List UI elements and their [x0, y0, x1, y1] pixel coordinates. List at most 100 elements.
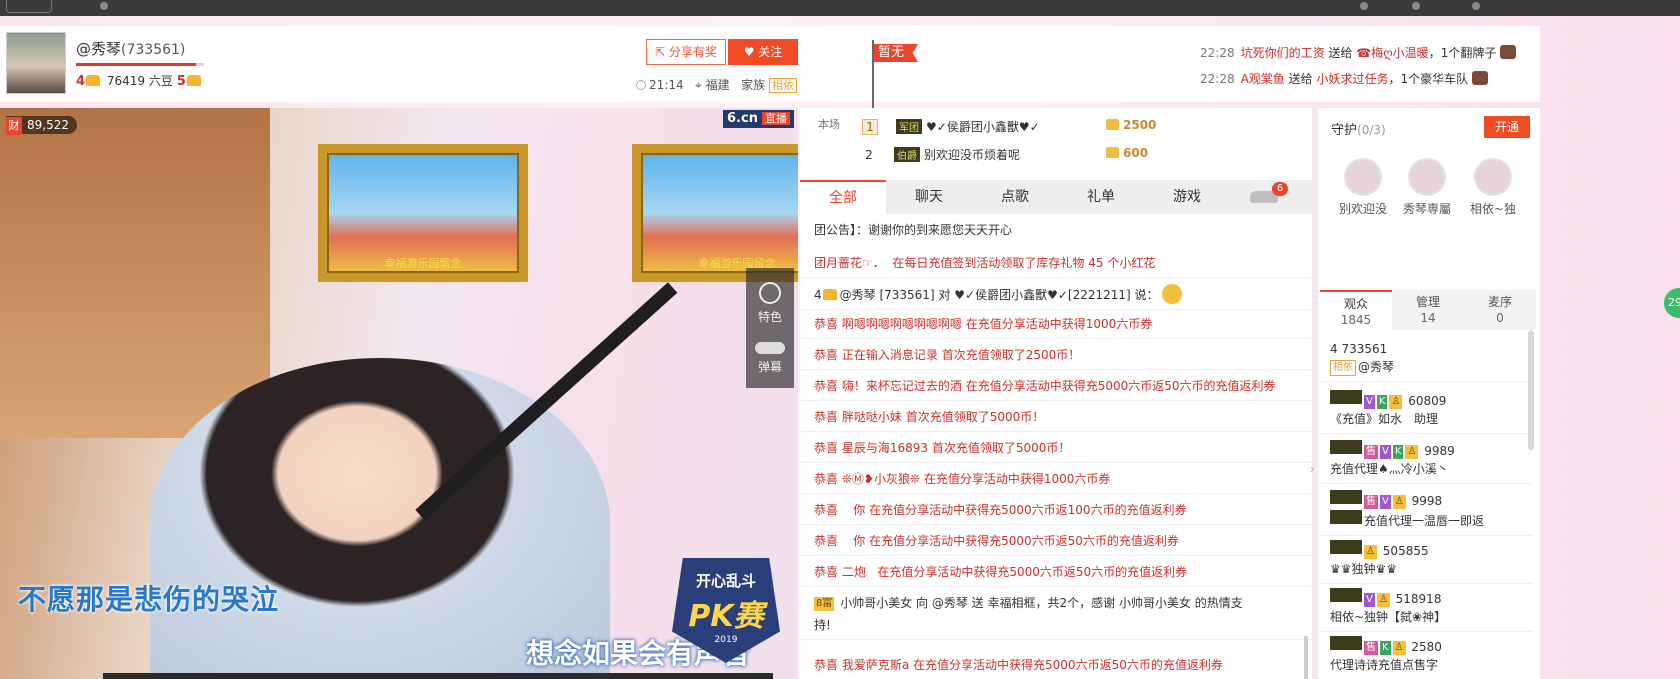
level-right: 5 — [176, 74, 186, 89]
sell-badge: 售 — [1364, 495, 1378, 509]
audience-item[interactable]: V ♙ 518918 相依~独钟【弑❀神】 — [1320, 588, 1532, 632]
guard-member[interactable]: 别欢迎没 — [1330, 158, 1396, 217]
family-tag[interactable]: 相依 — [768, 78, 797, 93]
tab-mic-queue[interactable]: 麦序 0 — [1464, 290, 1536, 330]
anchor-avatar[interactable] — [6, 32, 66, 94]
tab-all[interactable]: 全部 — [800, 180, 886, 214]
news-time: 22:28 — [1200, 72, 1235, 86]
tab-count: 1845 — [1340, 313, 1372, 327]
msg-user[interactable]: ❊Ⓜ❥小灰狼❊ — [842, 472, 920, 486]
share-label: 分享有奖 — [668, 45, 717, 59]
seat-badge: ♙ — [1405, 445, 1419, 459]
msg-prefix: 恭喜 — [814, 472, 839, 486]
msg-prefix: 恭喜 — [814, 410, 839, 424]
guard-member[interactable]: 相依~独 — [1460, 158, 1526, 217]
news-item[interactable]: 22:28 坑死你们的工资 送给 ☎梅ღ小温暖，1个翻牌子 — [1200, 44, 1517, 61]
chat-message: 持! — [800, 616, 1312, 640]
user-icon[interactable] — [1472, 2, 1480, 10]
msg-user[interactable]: 小帅哥小美女 — [840, 596, 912, 610]
vip-badge: V — [1380, 445, 1391, 459]
msg-text: 在充值分享活动中获得1000六币券 — [923, 472, 1111, 486]
rank-name[interactable]: 别欢迎没币烦着呢 — [924, 148, 1020, 162]
news-to[interactable]: ☎梅ღ小温暖 — [1356, 46, 1428, 60]
live-time: 21:14 — [649, 78, 684, 92]
special-button[interactable]: 特色 — [746, 268, 794, 328]
back-button[interactable] — [6, 0, 52, 13]
rank-row[interactable]: 2 伯爵 别欢迎没币烦着呢 600 — [862, 146, 1292, 170]
msg-user[interactable]: 星辰与海16893 — [842, 441, 928, 455]
msg-text: 首次充值领取了5000币！ — [931, 441, 1071, 455]
audience-scrollbar[interactable] — [1528, 330, 1534, 450]
special-label: 特色 — [757, 310, 782, 324]
msg-text: 在充值分享活动中获得充5000六币返50六币的充值返利券 — [877, 565, 1188, 579]
open-guard-button[interactable]: 开通 — [1484, 116, 1530, 138]
msg-text: 在充值分享活动中获得充5000六币返50六币的充值返利券 — [869, 534, 1179, 548]
msg-prefix: 恭喜 — [814, 534, 839, 548]
car-count-badge: 6 — [1272, 182, 1288, 196]
crown-icon — [822, 289, 837, 300]
wealth-badge: 8富 — [814, 597, 835, 611]
tab-count: 14 — [1420, 311, 1436, 325]
audience-item[interactable]: 售 V K ♙ 9989 充值代理♠灬冷小溪丶 — [1320, 440, 1532, 484]
user-id: 2580 — [1411, 640, 1442, 654]
audience-item[interactable]: 售 V ♙ 9998 充值代理一温唇一即返 — [1320, 490, 1532, 536]
audience-item[interactable]: V K ♙ 60809 《充值》如水 助理 — [1320, 390, 1532, 434]
tab-games[interactable]: 游戏 — [1144, 180, 1230, 214]
tab-audience[interactable]: 观众 1845 — [1320, 290, 1392, 330]
chat-message: 团月蔷花☞． 在每日充值签到活动领取了库存礼物 45 个小红花 — [800, 254, 1312, 278]
video-progress-bar[interactable] — [103, 673, 773, 679]
msg-user[interactable]: 团月蔷花☞ — [814, 256, 873, 270]
chat-message: 恭喜 啊嗯啊嗯啊嗯啊嗯啊嗯 在充值分享活动中获得1000六币券 — [800, 315, 1312, 339]
chat-tabs: 全部 聊天 点歌 礼单 游戏 — [800, 180, 1312, 214]
msg-user[interactable]: 正在输入消息记录 — [842, 348, 938, 362]
message-icon[interactable] — [1412, 2, 1420, 10]
tab-admins[interactable]: 管理 14 — [1392, 290, 1464, 330]
msg-user[interactable]: 我爱萨克斯a — [842, 658, 909, 672]
msg-user[interactable]: 啊嗯啊嗯啊嗯啊嗯啊嗯 — [842, 317, 962, 331]
notification-icon[interactable] — [1360, 2, 1368, 10]
switch-icon — [755, 342, 785, 354]
chat-scrollbar[interactable] — [1304, 636, 1308, 679]
rank-row[interactable]: 1 军团 ♥✓侯爵团小鑫獸♥✓ 2500 — [862, 118, 1292, 142]
video-player[interactable]: 幸福游乐园留念 幸福游乐园留念 财 89,522 6.cn 直播 特色 弹幕 不愿那… — [0, 108, 798, 679]
chat-message: 恭喜 ❊Ⓜ❥小灰狼❊ 在充值分享活动中获得1000六币券 — [800, 470, 1312, 494]
follow-button[interactable]: ♥ 关注 — [728, 39, 798, 65]
flag-badge[interactable]: 暂无 — [874, 44, 918, 62]
guard-member[interactable]: 秀琴専屬 — [1394, 158, 1460, 217]
chat-message: 恭喜 星辰与海16893 首次充值领取了5000币！ — [800, 439, 1312, 463]
k-badge: K — [1392, 445, 1404, 459]
news-from[interactable]: 坑死你们的工资 — [1241, 46, 1325, 60]
gift-icon — [1472, 71, 1489, 85]
news-to[interactable]: 小妖求过任务 — [1316, 72, 1388, 86]
rank-name[interactable]: ♥✓侯爵团小鑫獸♥✓ — [926, 120, 1040, 134]
guard-avatar — [1408, 158, 1446, 196]
audience-item[interactable]: 售 K ♙ 2580 代理诗诗充值点售字 — [1330, 636, 1526, 674]
audience-item[interactable]: 4 733561 相依 @秀琴 — [1320, 340, 1532, 382]
tab-chat[interactable]: 聊天 — [886, 180, 972, 214]
tab-songs[interactable]: 点歌 — [972, 180, 1058, 214]
msg-user[interactable]: 嗨！来杯忘记过去的酒 — [842, 379, 962, 393]
user-id: 60809 — [1408, 394, 1447, 408]
msg-user[interactable]: 二炮 — [842, 565, 866, 579]
anchor-header: @秀琴(733561) 4 76419 六豆 5 ⇱ 分享有奖 ♥ 关注 21:… — [0, 26, 1540, 120]
video-background — [0, 108, 270, 438]
chat-message: 恭喜 你 在充值分享活动中获得充5000六币返50六币的充值返利券 — [800, 532, 1312, 556]
share-button[interactable]: ⇱ 分享有奖 — [646, 39, 726, 65]
msg-sep: ． — [872, 256, 885, 270]
guard-count: (0/3) — [1357, 123, 1386, 137]
gift-icon — [1500, 45, 1517, 59]
news-item[interactable]: 22:28 A观棠鱼 送给 小妖求过任务，1个豪华车队 — [1200, 70, 1489, 87]
msg-user[interactable]: 胖哒哒小妹 — [842, 410, 902, 424]
collapse-arrow-icon[interactable]: › — [1310, 462, 1318, 484]
pk-main: PK赛 — [688, 599, 764, 634]
danmu-toggle[interactable]: 弹幕 — [746, 328, 794, 388]
audience-item[interactable]: ♙ 505855 ♛♛独钟♛♛ — [1320, 540, 1532, 584]
news-from[interactable]: A观棠鱼 — [1241, 72, 1285, 86]
heat-badge: 财 89,522 — [6, 116, 77, 135]
news-time: 22:28 — [1200, 46, 1235, 60]
msg-user[interactable]: 你 — [853, 534, 865, 548]
floating-badge[interactable]: 29 — [1664, 288, 1680, 318]
tab-gifts[interactable]: 礼单 — [1058, 180, 1144, 214]
msg-user[interactable]: 你 — [853, 503, 865, 517]
tool-icon[interactable] — [100, 2, 108, 10]
